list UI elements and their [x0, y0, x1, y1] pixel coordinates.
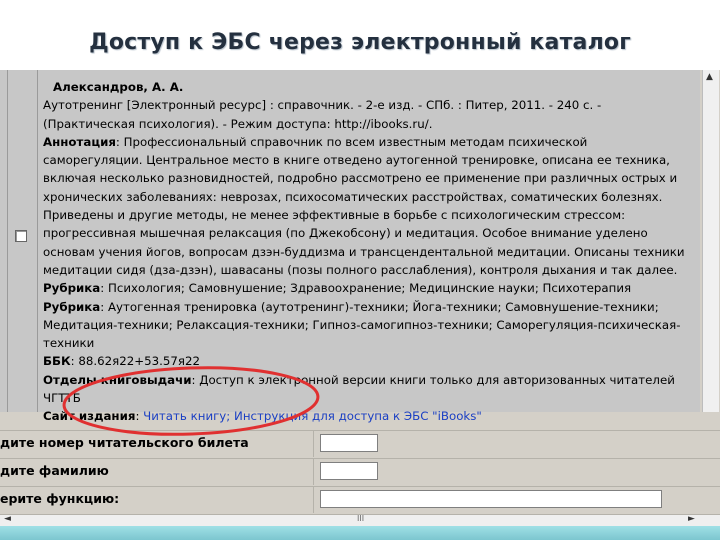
read-book-link[interactable]: Читать книгу; Инструкция для доступа к Э… — [143, 409, 482, 423]
scroll-left-icon[interactable]: ◄ — [4, 514, 11, 524]
site-label: Сайт издания — [43, 409, 136, 424]
record-line: Александров, А. А. — [43, 78, 695, 96]
column-divider — [7, 70, 8, 412]
record-line: Рубрика: Аутогенная тренировка (аутотрен… — [43, 298, 695, 316]
taskbar — [0, 526, 720, 540]
field-value: прогрессивная мышечная релаксация (по Дж… — [43, 226, 648, 241]
field-value: хронических заболеваниях: неврозах, псих… — [43, 189, 663, 204]
field-label: Отделы книговыдачи — [43, 372, 192, 387]
reader-card-input[interactable] — [320, 434, 378, 452]
record-line: Аннотация: Профессиональный справочник п… — [43, 133, 695, 151]
surname-input[interactable] — [320, 462, 378, 480]
function-row: ерите функцию: — [0, 486, 720, 513]
site-line: Сайт издания: Читать книгу; Инструкция д… — [43, 407, 695, 425]
field-value: (Практическая психология). - Режим досту… — [43, 116, 433, 131]
record-line: техники — [43, 334, 695, 352]
surname-row: дите фамилию — [0, 458, 720, 485]
field-value: : Доступ к электронной версии книги толь… — [191, 372, 675, 387]
record-line: ЧГТТБ — [43, 389, 695, 407]
catalog-record: Александров, А. А. Аутотренинг [Электронн… — [0, 70, 719, 423]
site-colon: : — [135, 409, 144, 424]
record-line: (Практическая психология). - Режим досту… — [43, 115, 695, 133]
record-select-checkbox[interactable] — [15, 230, 27, 242]
record-line: Приведены и другие методы, не менее эффе… — [43, 206, 695, 224]
reader-card-row: дите номер читательского билета — [0, 430, 720, 457]
record-line: медитации сидя (дза-дзэн), шавасаны (поз… — [43, 261, 695, 279]
field-value: ЧГТТБ — [43, 391, 81, 406]
field-value: Медитация-техники; Релаксация-техники; Г… — [43, 317, 681, 332]
field-value: техники — [43, 336, 95, 351]
slide-title: Доступ к ЭБС через электронный каталог — [89, 30, 631, 55]
surname-label: дите фамилию — [0, 463, 109, 478]
field-value: : Профессиональный справочник по всем из… — [115, 134, 588, 149]
record-description: Александров, А. А. Аутотренинг [Электронн… — [43, 78, 695, 426]
record-line: хронических заболеваниях: неврозах, псих… — [43, 188, 695, 206]
vertical-scrollbar[interactable]: ▲ — [702, 70, 719, 412]
record-line: Аутотренинг [Электронный ресурс] : справ… — [43, 96, 695, 114]
field-value: медитации сидя (дза-дзэн), шавасаны (поз… — [43, 262, 678, 277]
record-line: ББК: 88.62я22+53.57я22 — [43, 352, 695, 370]
field-value: включая несколько разновидностей, подроб… — [43, 171, 678, 186]
record-line: Рубрика: Психология; Самовнушение; Здрав… — [43, 279, 695, 297]
function-label: ерите функцию: — [0, 491, 120, 506]
author-name: Александров, А. А. — [53, 80, 184, 94]
record-line: прогрессивная мышечная релаксация (по Дж… — [43, 224, 695, 242]
function-select[interactable] — [320, 490, 662, 508]
field-label: Рубрика — [43, 281, 101, 296]
record-line: саморегуляции. Центральное место в книге… — [43, 151, 695, 169]
row-divider — [313, 459, 314, 485]
field-value: : Психология; Самовнушение; Здравоохране… — [100, 281, 632, 296]
row-divider — [313, 487, 314, 513]
field-value: Приведены и другие методы, не менее эффе… — [43, 208, 626, 223]
field-value: Аутотренинг [Электронный ресурс] : справ… — [43, 98, 602, 113]
field-value: : 88.62я22+53.57я22 — [70, 354, 201, 369]
row-divider — [313, 431, 314, 457]
scroll-up-icon[interactable]: ▲ — [706, 72, 713, 82]
scroll-right-icon[interactable]: ► — [688, 514, 695, 524]
record-line: включая несколько разновидностей, подроб… — [43, 169, 695, 187]
field-value: : Аутогенная тренировка (аутотренинг)-те… — [100, 299, 659, 314]
field-value: основам учения йогов, вопросам дзэн-будд… — [43, 244, 685, 259]
record-select-column — [5, 70, 38, 412]
field-label: Аннотация — [43, 134, 116, 149]
field-label: ББК — [43, 354, 71, 369]
record-line: Медитация-техники; Релаксация-техники; Г… — [43, 316, 695, 334]
record-line: основам учения йогов, вопросам дзэн-будд… — [43, 243, 695, 261]
scroll-thumb[interactable]: III — [357, 514, 364, 523]
field-label: Рубрика — [43, 299, 101, 314]
field-value: саморегуляции. Центральное место в книге… — [43, 153, 670, 168]
record-line: Отделы книговыдачи: Доступ к электронной… — [43, 371, 695, 389]
reader-card-label: дите номер читательского билета — [0, 435, 249, 450]
catalog-screenshot: Александров, А. А. Аутотренинг [Электронн… — [0, 70, 720, 540]
